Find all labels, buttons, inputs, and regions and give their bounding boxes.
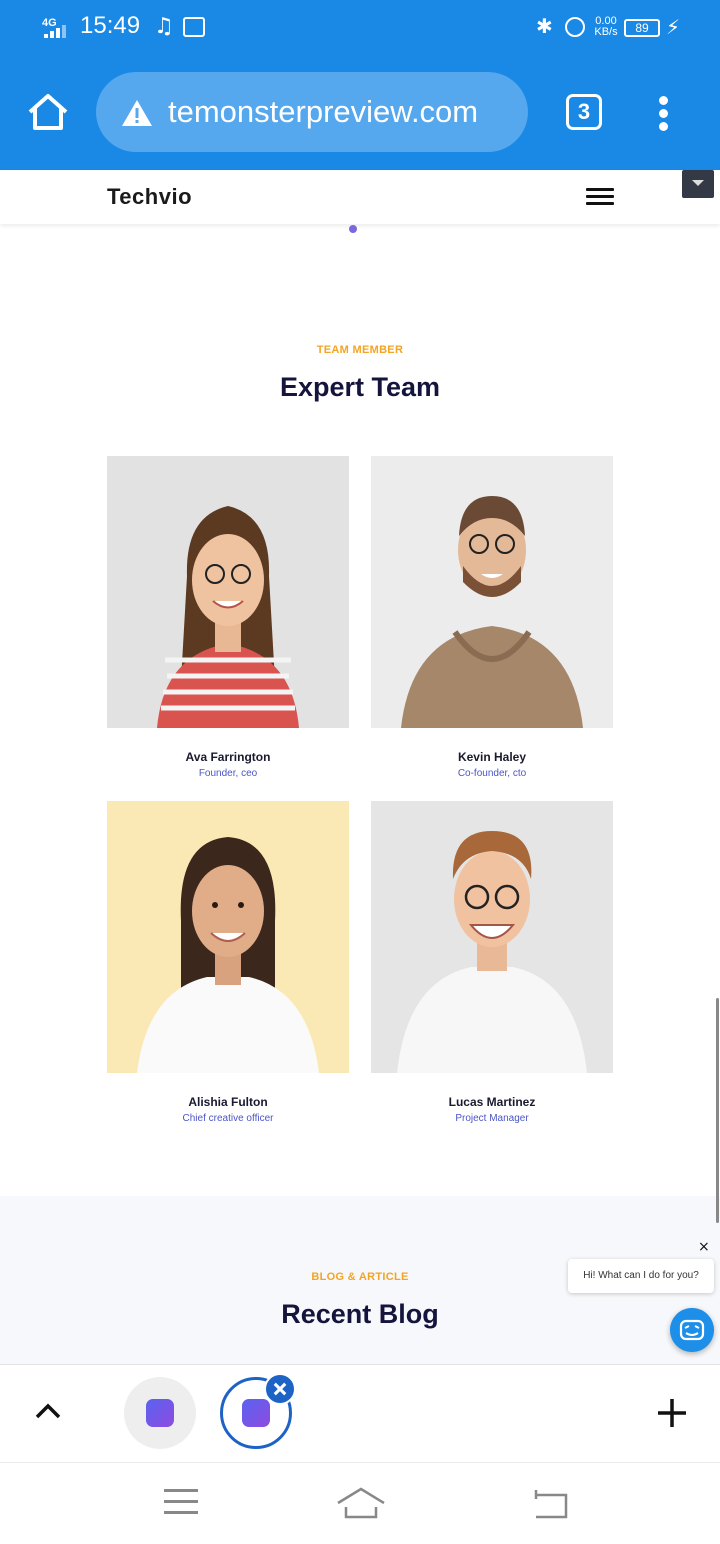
network-speed: 0.00 KB/s <box>591 16 621 38</box>
site-favicon-icon <box>146 1399 174 1427</box>
member-role: Founder, ceo <box>198 768 258 779</box>
tab-switcher-button[interactable]: 3 <box>566 94 602 130</box>
member-role: Co-founder, cto <box>457 768 527 779</box>
close-tab-icon[interactable] <box>264 1373 296 1405</box>
overflow-menu-icon[interactable] <box>650 94 678 134</box>
member-role: Chief creative officer <box>182 1113 274 1124</box>
bluetooth-icon: ✱ <box>536 14 553 38</box>
carousel-dot[interactable] <box>349 225 357 233</box>
member-name[interactable]: Lucas Martinez <box>371 1095 613 1109</box>
url-text[interactable]: temonsterpreview.com <box>168 94 478 130</box>
tab-thumbnail[interactable] <box>124 1377 196 1449</box>
system-nav-bar <box>0 1462 720 1544</box>
chat-greeting[interactable]: Hi! What can I do for you? <box>568 1259 714 1293</box>
dropdown-toggle[interactable] <box>682 170 714 198</box>
chevron-up-icon[interactable] <box>34 1401 62 1421</box>
site-header: Techvio <box>0 170 720 224</box>
hamburger-menu-icon[interactable] <box>586 188 614 206</box>
charging-icon: ⚡ <box>666 15 681 39</box>
address-bar[interactable]: temonsterpreview.com <box>96 72 528 152</box>
team-card[interactable]: Lucas Martinez Project Manager <box>371 801 613 1124</box>
team-title: Expert Team <box>279 372 441 402</box>
member-name[interactable]: Kevin Haley <box>371 750 613 764</box>
music-icon: ♫ <box>154 14 174 39</box>
member-role: Project Manager <box>455 1113 529 1124</box>
member-photo <box>107 456 349 728</box>
blog-title: Recent Blog <box>281 1299 439 1329</box>
warning-icon[interactable] <box>120 98 154 128</box>
alarm-icon <box>565 17 585 37</box>
network-label: 4G <box>42 17 57 29</box>
system-home-icon[interactable] <box>336 1485 386 1521</box>
member-photo <box>371 456 613 728</box>
member-photo <box>107 801 349 1073</box>
inbox-icon <box>183 17 205 37</box>
speed-unit: KB/s <box>594 26 618 38</box>
home-icon[interactable] <box>26 90 70 134</box>
signal-icon: 4G <box>42 17 66 38</box>
chat-close-icon[interactable]: × <box>698 1239 710 1255</box>
member-name[interactable]: Ava Farrington <box>107 750 349 764</box>
chat-launcher-icon[interactable] <box>670 1308 714 1352</box>
screen: 4G 15:49 ♫ ✱ 0.00 KB/s 89 ⚡ temonsterpre… <box>0 0 720 1544</box>
clock: 15:49 <box>80 12 141 39</box>
member-name[interactable]: Alishia Fulton <box>107 1095 349 1109</box>
team-eyebrow: TEAM MEMBER <box>316 344 404 356</box>
tab-strip <box>0 1364 720 1462</box>
new-tab-icon[interactable] <box>656 1397 688 1429</box>
site-favicon-icon <box>242 1399 270 1427</box>
back-icon[interactable] <box>530 1487 570 1521</box>
member-photo <box>371 801 613 1073</box>
status-bar: 4G 15:49 ♫ ✱ 0.00 KB/s 89 ⚡ <box>0 0 720 58</box>
page-scrollbar[interactable] <box>716 998 719 1223</box>
recents-icon[interactable] <box>164 1489 198 1517</box>
team-card[interactable]: Ava Farrington Founder, ceo <box>107 456 349 779</box>
browser-chrome: 4G 15:49 ♫ ✱ 0.00 KB/s 89 ⚡ temonsterpre… <box>0 0 720 170</box>
team-card[interactable]: Alishia Fulton Chief creative officer <box>107 801 349 1124</box>
battery-icon: 89 <box>624 19 660 37</box>
team-card[interactable]: Kevin Haley Co-founder, cto <box>371 456 613 779</box>
site-logo[interactable]: Techvio <box>107 184 192 210</box>
